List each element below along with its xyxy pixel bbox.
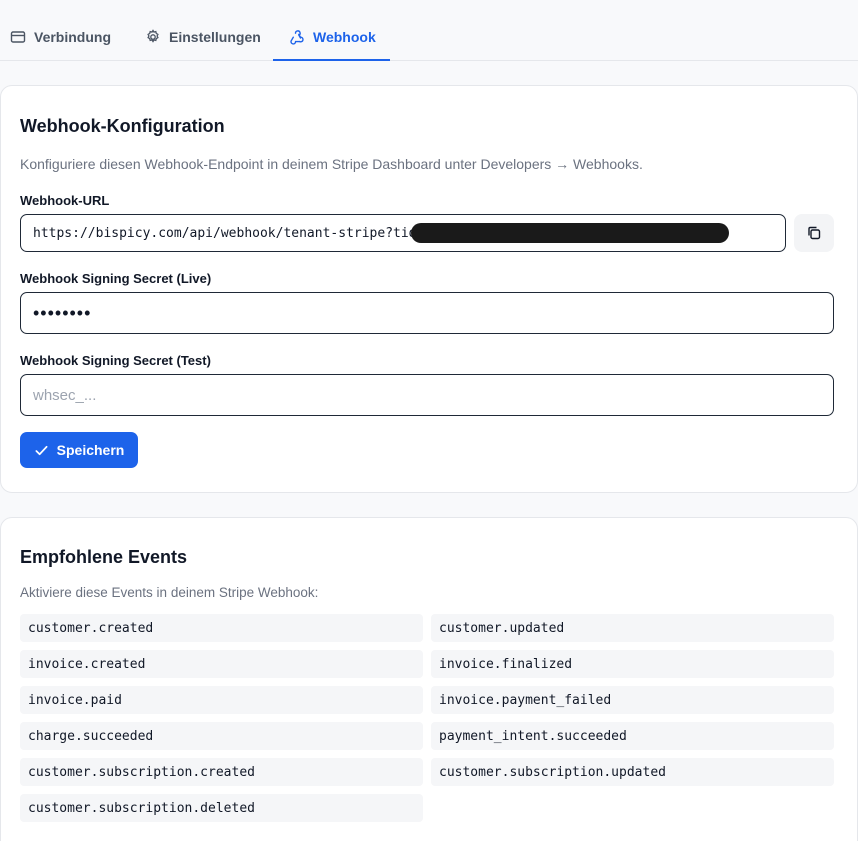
events-description: Aktiviere diese Events in deinem Stripe …: [20, 585, 319, 600]
event-item: invoice.created: [20, 650, 423, 678]
copy-url-button[interactable]: [794, 214, 834, 252]
gear-icon: [147, 29, 159, 43]
save-button[interactable]: Speichern: [20, 432, 138, 468]
url-label: Webhook-URL: [20, 193, 110, 208]
webhook-url-field[interactable]: https://bispicy.com/api/webhook/tenant-s…: [20, 214, 786, 252]
event-item: customer.updated: [431, 614, 834, 642]
card-icon: [10, 31, 26, 43]
event-item: customer.created: [20, 614, 423, 642]
webhook-icon: [290, 30, 304, 45]
test-secret-input[interactable]: [33, 386, 821, 404]
redaction-bar: [411, 223, 729, 243]
event-item: charge.succeeded: [20, 722, 423, 750]
tab-label: Einstellungen: [169, 29, 261, 45]
check-icon: [35, 445, 48, 455]
recommended-events-card: Empfohlene Events Aktiviere diese Events…: [0, 517, 858, 841]
copy-icon: [808, 226, 821, 240]
event-item: invoice.finalized: [431, 650, 834, 678]
tab-verbindung[interactable]: Verbindung: [2, 14, 119, 60]
event-item: customer.subscription.updated: [431, 758, 834, 786]
test-secret-field[interactable]: [20, 374, 834, 416]
event-item: invoice.paid: [20, 686, 423, 714]
tab-einstellungen[interactable]: Einstellungen: [137, 14, 269, 60]
config-description: Konfiguriere diesen Webhook-Endpoint in …: [20, 156, 643, 172]
live-secret-value: ••••••••: [33, 302, 92, 323]
live-secret-field[interactable]: ••••••••: [20, 292, 834, 334]
tab-label: Webhook: [313, 29, 376, 45]
tab-webhook[interactable]: Webhook: [273, 14, 390, 61]
event-item: invoice.payment_failed: [431, 686, 834, 714]
events-title: Empfohlene Events: [20, 547, 188, 567]
event-item: customer.subscription.deleted: [20, 794, 423, 822]
live-secret-label: Webhook Signing Secret (Live): [20, 271, 212, 286]
test-secret-label: Webhook Signing Secret (Test): [20, 353, 211, 368]
webhook-url-value: https://bispicy.com/api/webhook/tenant-s…: [33, 225, 417, 241]
event-item: customer.subscription.created: [20, 758, 423, 786]
webhook-config-card: Webhook-Konfiguration Konfiguriere diese…: [0, 85, 858, 493]
events-grid: customer.created customer.updated invoic…: [20, 614, 834, 822]
event-item: payment_intent.succeeded: [431, 722, 834, 750]
save-label: Speichern: [56, 442, 125, 458]
config-title: Webhook-Konfiguration: [20, 116, 225, 136]
tab-label: Verbindung: [34, 29, 111, 45]
tab-bar: Verbindung Einstellungen Webhook: [0, 0, 858, 61]
